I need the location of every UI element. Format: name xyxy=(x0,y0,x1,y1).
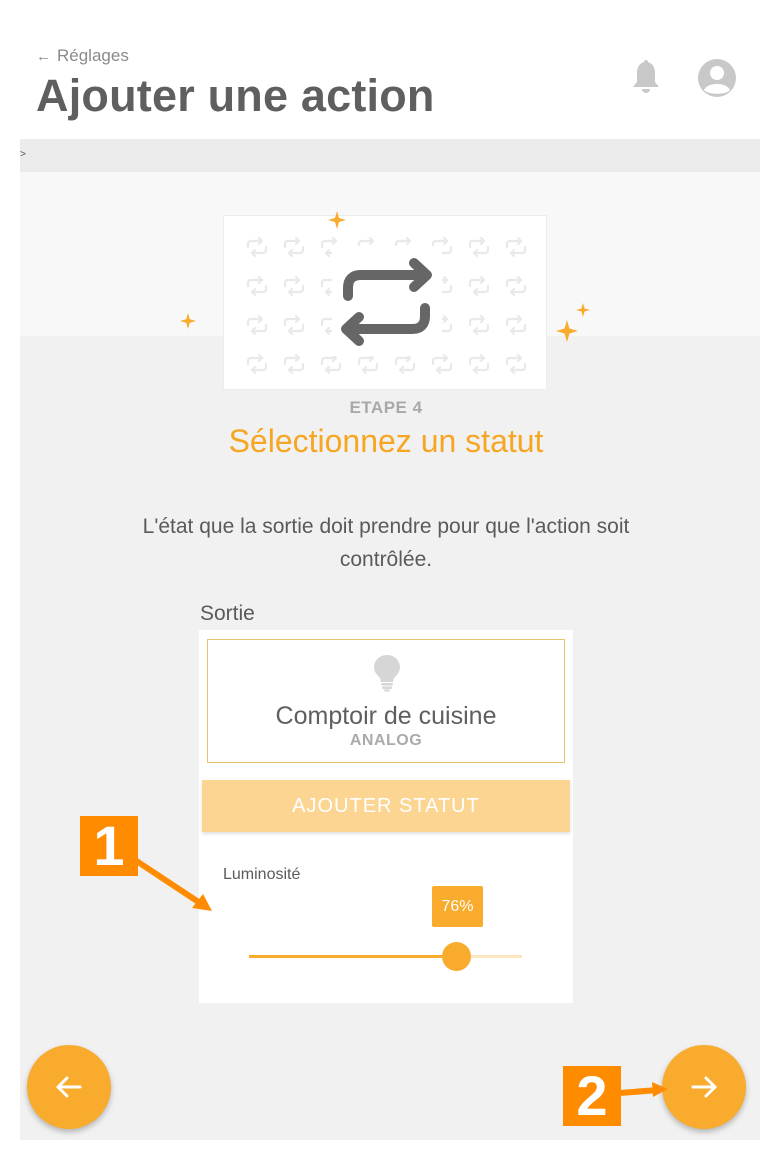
annotation-arrowhead xyxy=(652,1082,668,1097)
annotation-arrows xyxy=(129,855,668,1097)
annotation-marker-2: 2 xyxy=(563,1066,621,1126)
annotation-marker-1: 1 xyxy=(80,816,138,876)
